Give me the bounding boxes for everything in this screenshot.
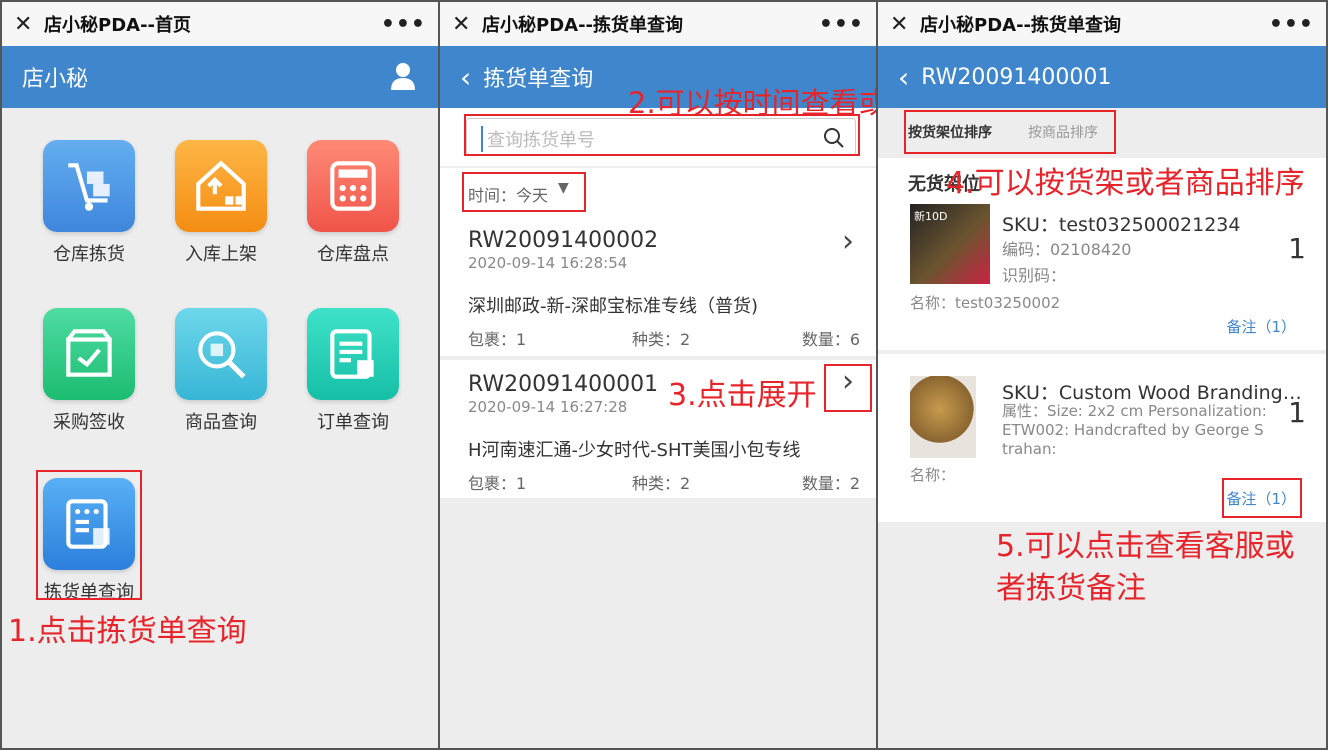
annotation-step-4: 4.可以按货架或者商品排序	[946, 166, 1305, 201]
window-title: 店小秘PDA--拣货单查询	[482, 15, 684, 36]
document-icon	[330, 329, 374, 379]
note-link[interactable]: 备注（1）	[1226, 316, 1296, 337]
calculator-icon	[330, 161, 376, 211]
more-icon[interactable]: •••	[819, 12, 864, 37]
tile-label: 采购签收	[53, 412, 125, 433]
window-titlebar: ✕ 店小秘PDA--拣货单查询 •••	[878, 2, 1326, 46]
tile-warehouse-picking[interactable]: 仓库拣货	[34, 140, 144, 266]
window-title: 店小秘PDA--拣货单查询	[920, 15, 1122, 36]
cart-icon	[68, 163, 110, 211]
highlight-box	[824, 364, 872, 412]
order-time: 2020-09-14 16:28:54	[468, 254, 628, 272]
order-id: RW20091400001	[468, 372, 659, 397]
annotation-line: 5.可以点击查看客服或	[996, 529, 1295, 564]
app-title: 店小秘	[22, 67, 89, 92]
tile-label: 仓库拣货	[53, 244, 125, 265]
back-icon[interactable]: ‹	[898, 61, 909, 94]
tile-product-search[interactable]: 商品查询	[166, 308, 276, 434]
tile-putaway[interactable]: 入库上架	[166, 140, 276, 266]
order-qty: 数量：6	[801, 330, 860, 349]
page-title: 拣货单查询	[483, 67, 594, 92]
item-name: 名称：test03250002	[910, 294, 1061, 312]
highlight-box	[36, 470, 142, 600]
tile-label: 仓库盘点	[317, 244, 389, 265]
tile-purchase-receipt[interactable]: 采购签收	[34, 308, 144, 434]
product-thumbnail: 新10D	[910, 204, 990, 284]
item-qty: 1	[1288, 396, 1306, 429]
close-icon[interactable]: ✕	[14, 12, 44, 37]
annotation-step-1: 1.点击拣货单查询	[8, 614, 247, 649]
order-qty: 数量：2	[801, 474, 860, 493]
page-title: RW20091400001	[921, 64, 1112, 90]
order-route: 深圳邮政-新-深邮宝标准专线（普货)	[468, 296, 759, 317]
tile-stocktake[interactable]: 仓库盘点	[298, 140, 408, 266]
window-title: 店小秘PDA--首页	[44, 15, 192, 36]
window-titlebar: ✕ 店小秘PDA--首页 •••	[2, 2, 438, 46]
item-attributes: 属性：Size: 2x2 cm Personalization: ETW002:…	[1002, 402, 1267, 458]
order-kinds: 种类：2	[632, 330, 691, 349]
pick-list-detail-screen: ✕ 店小秘PDA--拣货单查询 ••• ‹ RW20091400001 按货架位…	[876, 0, 1328, 750]
pick-list-query-screen: ✕ 店小秘PDA--拣货单查询 ••• ‹ 拣货单查询 查询拣货单号 2.可以按…	[438, 0, 878, 750]
window-titlebar: ✕ 店小秘PDA--拣货单查询 •••	[440, 2, 876, 46]
annotation-step-2: 2.可以按时间查看或者搜索拣货单号，查看拣货任务	[628, 86, 876, 120]
magnifier-icon	[198, 331, 246, 379]
home-screen: ✕ 店小秘PDA--首页 ••• 店小秘 仓库拣货 入库上架 仓库盘点 采购签收…	[0, 0, 440, 750]
order-card[interactable]: RW20091400002 2020-09-14 16:28:54 › 深圳邮政…	[440, 218, 876, 356]
house-upload-icon	[196, 160, 246, 211]
back-icon[interactable]: ‹	[460, 61, 471, 94]
item-sku: SKU：Custom Wood Branding…	[1002, 382, 1302, 404]
close-icon[interactable]: ✕	[452, 12, 482, 37]
user-icon[interactable]	[390, 62, 416, 90]
tile-order-search[interactable]: 订单查询	[298, 308, 408, 434]
item-qty: 1	[1288, 232, 1306, 265]
order-packages: 包裹：1	[468, 474, 527, 493]
tile-label: 商品查询	[185, 412, 257, 433]
app-header: ‹ RW20091400001	[878, 46, 1326, 108]
order-route: H河南速汇通-少女时代-SHT美国小包专线	[468, 440, 801, 461]
item-ident-code: 识别码：	[1002, 266, 1067, 285]
order-id: RW20091400002	[468, 228, 659, 253]
close-icon[interactable]: ✕	[890, 12, 920, 37]
order-packages: 包裹：1	[468, 330, 527, 349]
chevron-right-icon[interactable]: ›	[842, 224, 854, 259]
item-code: 编码：02108420	[1002, 240, 1132, 259]
order-time: 2020-09-14 16:27:28	[468, 398, 628, 416]
app-header: 店小秘	[2, 46, 438, 108]
item-name: 名称：	[910, 466, 956, 484]
annotation-step-3: 3.点击展开	[668, 378, 817, 413]
box-check-icon	[66, 329, 112, 377]
annotation-line: 者拣货备注	[996, 571, 1146, 606]
product-thumbnail	[910, 376, 976, 458]
more-icon[interactable]: •••	[1269, 12, 1314, 37]
highlight-box	[904, 110, 1116, 154]
tile-label: 订单查询	[317, 412, 389, 433]
annotation-step-5: 5.可以点击查看客服或 者拣货备注	[996, 526, 1295, 610]
tile-label: 入库上架	[185, 244, 257, 265]
thumbnail-caption: 新10D	[914, 210, 948, 223]
highlight-box	[1222, 478, 1302, 518]
item-sku: SKU：test032500021234	[1002, 214, 1241, 236]
more-icon[interactable]: •••	[381, 12, 426, 37]
order-kinds: 种类：2	[632, 474, 691, 493]
highlight-box	[462, 172, 586, 212]
